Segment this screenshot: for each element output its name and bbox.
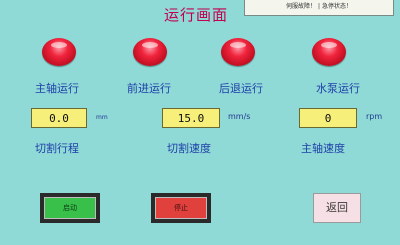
cut-stroke-unit: mm [96,114,108,121]
start-button-label: 启动 [44,197,96,219]
reverse-run-lamp-icon [221,38,255,66]
alarm-status-bar: 伺服故障！ | 急停状态！ [244,0,394,16]
start-button[interactable]: 启动 [40,193,100,223]
pump-run-label: 水泵运行 [316,82,360,95]
stop-button-label: 停止 [155,197,207,219]
spindle-speed-value[interactable]: 0 [299,108,357,128]
status-separator: | [317,3,321,10]
stop-button[interactable]: 停止 [151,193,211,223]
cut-speed-unit: mm/s [228,112,251,121]
pump-run-lamp-icon [312,38,346,66]
cut-speed-label: 切割速度 [167,142,211,155]
cut-stroke-label: 切割行程 [35,142,79,155]
cut-speed-value[interactable]: 15.0 [162,108,220,128]
back-button[interactable]: 返回 [313,193,361,223]
forward-run-lamp-icon [133,38,167,66]
emergency-stop-text: 急停状态！ [321,3,352,10]
cut-stroke-value[interactable]: 0.0 [31,108,87,128]
spindle-speed-label: 主轴速度 [301,142,345,155]
forward-run-label: 前进运行 [127,82,171,95]
spindle-run-lamp-icon [42,38,76,66]
spindle-run-label: 主轴运行 [35,82,79,95]
page-title: 运行画面 [163,6,228,24]
reverse-run-label: 后退运行 [219,82,263,95]
servo-fault-text: 伺服故障！ [286,3,317,10]
spindle-speed-unit: rpm [366,112,383,121]
